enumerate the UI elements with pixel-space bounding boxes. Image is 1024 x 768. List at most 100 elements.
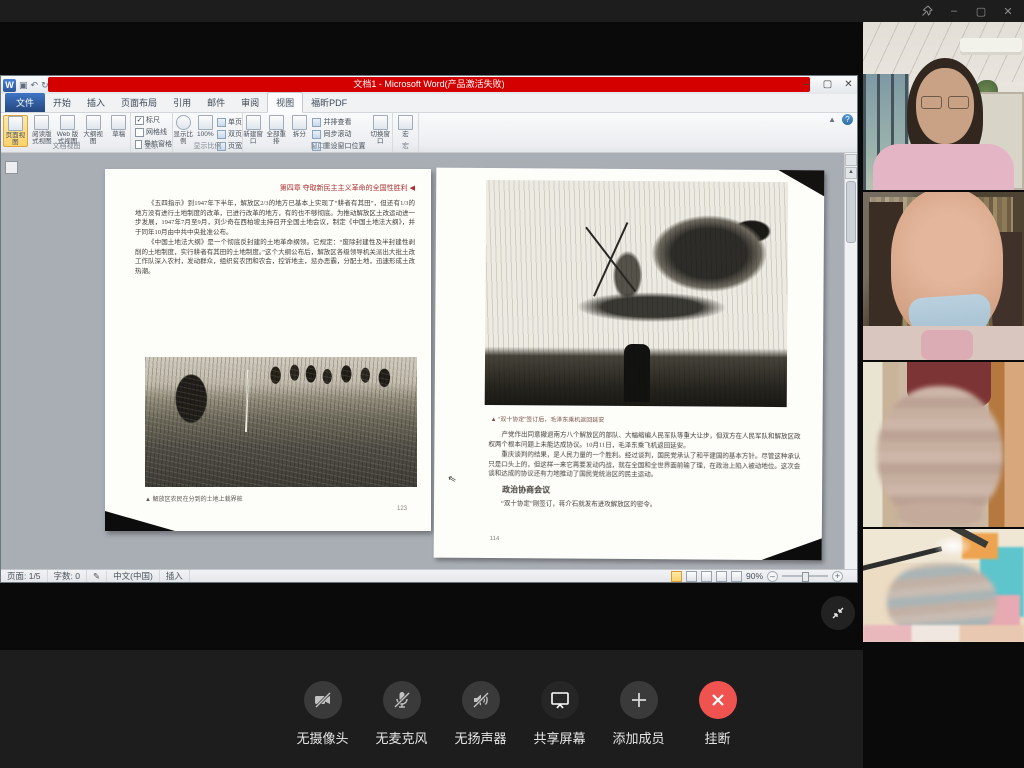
participant-video-2[interactable] bbox=[863, 192, 1024, 360]
tab-mailings[interactable]: 邮件 bbox=[199, 93, 233, 112]
zoom-slider-thumb[interactable] bbox=[802, 572, 809, 582]
participant-video-4[interactable] bbox=[863, 529, 1024, 642]
web-view-icon[interactable] bbox=[701, 571, 712, 582]
one-page-icon bbox=[217, 118, 226, 127]
participant-video-1[interactable] bbox=[863, 22, 1024, 190]
share-screen-icon bbox=[548, 688, 572, 712]
two-pages-button[interactable]: 双页 bbox=[217, 129, 242, 139]
no-camera-button[interactable]: 无摄像头 bbox=[283, 681, 362, 747]
share-screen-button[interactable]: 共享屏幕 bbox=[520, 681, 599, 747]
full-screen-reading-icon bbox=[34, 115, 49, 130]
help-icon[interactable]: ? bbox=[842, 114, 853, 125]
print-layout-view-icon[interactable] bbox=[671, 571, 682, 582]
hang-up-button[interactable]: 挂断 bbox=[678, 681, 757, 747]
language-indicator[interactable]: 中文(中国) bbox=[107, 570, 160, 582]
document-canvas[interactable]: 第四章 夺取新民主主义革命的全国性胜利 ◀ 《五四指示》到1947年下半年，解放… bbox=[1, 153, 857, 571]
tab-review[interactable]: 审阅 bbox=[233, 93, 267, 112]
reading-view-icon[interactable] bbox=[686, 571, 697, 582]
page-fold bbox=[762, 538, 822, 560]
pink-top bbox=[873, 144, 1014, 190]
web-layout-icon bbox=[60, 115, 75, 130]
tab-home[interactable]: 开始 bbox=[45, 93, 79, 112]
tab-references[interactable]: 引用 bbox=[165, 93, 199, 112]
page-number: 123 bbox=[397, 506, 407, 512]
book-page-left: 第四章 夺取新民主主义革命的全国性胜利 ◀ 《五四指示》到1947年下半年，解放… bbox=[105, 169, 431, 531]
scroll-up-icon[interactable]: ▲ bbox=[845, 167, 857, 179]
paragraph: 重庆谈判的结果，是人民力量的一个胜利。经过谈判，国民党承认了和平建国的基本方针。… bbox=[488, 450, 800, 481]
print-layout-icon bbox=[8, 116, 23, 131]
section-heading: 政治协商会议 bbox=[502, 485, 800, 497]
air-conditioner bbox=[960, 38, 1022, 55]
paragraph: 产党作出同意撤退南方八个解放区的部队、大幅缩编人民军队等重大让步，但双方在人民军… bbox=[488, 430, 800, 451]
word-statusbar: 页面: 1/5 字数: 0 ✎ 中文(中国) 插入 90% – + bbox=[1, 569, 857, 582]
group-show: ✓ 标尺 网格线 导航窗格 显示 bbox=[131, 113, 173, 152]
ruler-toggle-icon[interactable] bbox=[5, 161, 18, 174]
two-pages-icon bbox=[217, 130, 226, 139]
sync-scroll-icon bbox=[312, 130, 321, 139]
no-speaker-button[interactable]: 无扬声器 bbox=[441, 681, 520, 747]
tab-insert[interactable]: 插入 bbox=[79, 93, 113, 112]
save-icon[interactable]: ▣ bbox=[19, 79, 28, 92]
group-zoom: 显示比例 100% 单页 bbox=[173, 113, 243, 152]
maximize-icon[interactable]: ▢ bbox=[973, 3, 989, 19]
undo-icon[interactable]: ↶ bbox=[31, 79, 39, 92]
zoom-in-icon[interactable]: + bbox=[832, 571, 843, 582]
word-count[interactable]: 字数: 0 bbox=[48, 570, 87, 582]
macros-button[interactable]: 宏 bbox=[394, 115, 418, 138]
ribbon-view: 页面视图 阅读版式视图 Web 版式视图 大纲视图 bbox=[1, 113, 857, 153]
add-member-icon bbox=[628, 689, 650, 711]
participants-panel bbox=[863, 22, 1024, 768]
ruler-show-icon[interactable] bbox=[845, 154, 857, 166]
word-minimize-icon[interactable]: – bbox=[800, 78, 813, 91]
close-icon[interactable]: ✕ bbox=[1000, 3, 1016, 19]
participant-video-3[interactable] bbox=[863, 362, 1024, 527]
shared-screen-stage: W ▣ ↶ ↻ ▾ 文档1 - Microsoft Word(产品激活失败) –… bbox=[0, 22, 863, 650]
minimize-icon[interactable]: – bbox=[946, 3, 962, 19]
outline-view-icon[interactable] bbox=[716, 571, 727, 582]
page-number: 114 bbox=[490, 536, 500, 542]
camera-off-icon bbox=[312, 689, 334, 711]
scrollbar-thumb[interactable] bbox=[846, 181, 856, 243]
tab-view[interactable]: 视图 bbox=[267, 92, 303, 113]
word-close-icon[interactable]: ✕ bbox=[842, 78, 855, 91]
tab-page-layout[interactable]: 页面布局 bbox=[113, 93, 165, 112]
propeller-blade bbox=[585, 227, 636, 292]
word-maximize-icon[interactable]: ▢ bbox=[821, 78, 834, 91]
insert-mode[interactable]: 插入 bbox=[160, 570, 190, 582]
glasses bbox=[921, 96, 969, 108]
split-icon bbox=[292, 115, 307, 130]
mic-off-icon bbox=[391, 689, 413, 711]
tab-file[interactable]: 文件 bbox=[5, 93, 45, 112]
side-by-side-button[interactable]: 并排查看 bbox=[312, 117, 365, 127]
macros-icon bbox=[398, 115, 413, 130]
pin-icon[interactable] bbox=[919, 3, 935, 19]
minimize-ribbon-icon[interactable]: ▲ bbox=[828, 115, 836, 124]
spellcheck-icon[interactable]: ✎ bbox=[87, 571, 107, 582]
one-page-button[interactable]: 单页 bbox=[217, 117, 242, 127]
word-title: 文档1 - Microsoft Word(产品激活失败) bbox=[48, 77, 810, 92]
no-mic-button[interactable]: 无麦克风 bbox=[362, 681, 441, 747]
sync-scroll-button[interactable]: 同步滚动 bbox=[312, 129, 365, 139]
ruler-checkbox[interactable]: ✓ 标尺 bbox=[135, 115, 172, 125]
zoom-100-icon bbox=[198, 115, 213, 130]
add-member-button[interactable]: 添加成员 bbox=[599, 681, 678, 747]
vertical-scrollbar[interactable]: ▲ bbox=[844, 153, 857, 571]
collapse-arrows-icon bbox=[830, 605, 846, 621]
gridlines-checkbox[interactable]: 网格线 bbox=[135, 127, 172, 137]
tab-foxit-pdf[interactable]: 福昕PDF bbox=[303, 93, 355, 112]
checkbox-icon bbox=[135, 128, 144, 137]
photo-caption: ▲ “双十协定”签订后，毛泽东乘机返回延安 bbox=[491, 414, 605, 424]
speaker-off-icon bbox=[470, 689, 492, 711]
person-silhouette bbox=[624, 343, 650, 401]
zoom-slider[interactable] bbox=[782, 575, 828, 577]
paragraph: 《五四指示》到1947年下半年，解放区2/3的地方已基本上实现了“耕者有其田”，… bbox=[135, 199, 415, 237]
app-titlebar: – ▢ ✕ bbox=[0, 0, 1024, 22]
book-page-right: ▶ 中国共产党简史 ▲ “双十协定”签订后，毛泽东乘机返回延安 产党作出同意撤退… bbox=[434, 168, 825, 561]
collapse-view-button[interactable] bbox=[821, 596, 855, 630]
hang-up-icon bbox=[708, 690, 728, 710]
page-indicator[interactable]: 页面: 1/5 bbox=[1, 570, 48, 582]
zoom-level[interactable]: 90% bbox=[746, 571, 763, 581]
airplane-photo bbox=[485, 180, 789, 407]
draft-view-icon[interactable] bbox=[731, 571, 742, 582]
zoom-out-icon[interactable]: – bbox=[767, 571, 778, 582]
